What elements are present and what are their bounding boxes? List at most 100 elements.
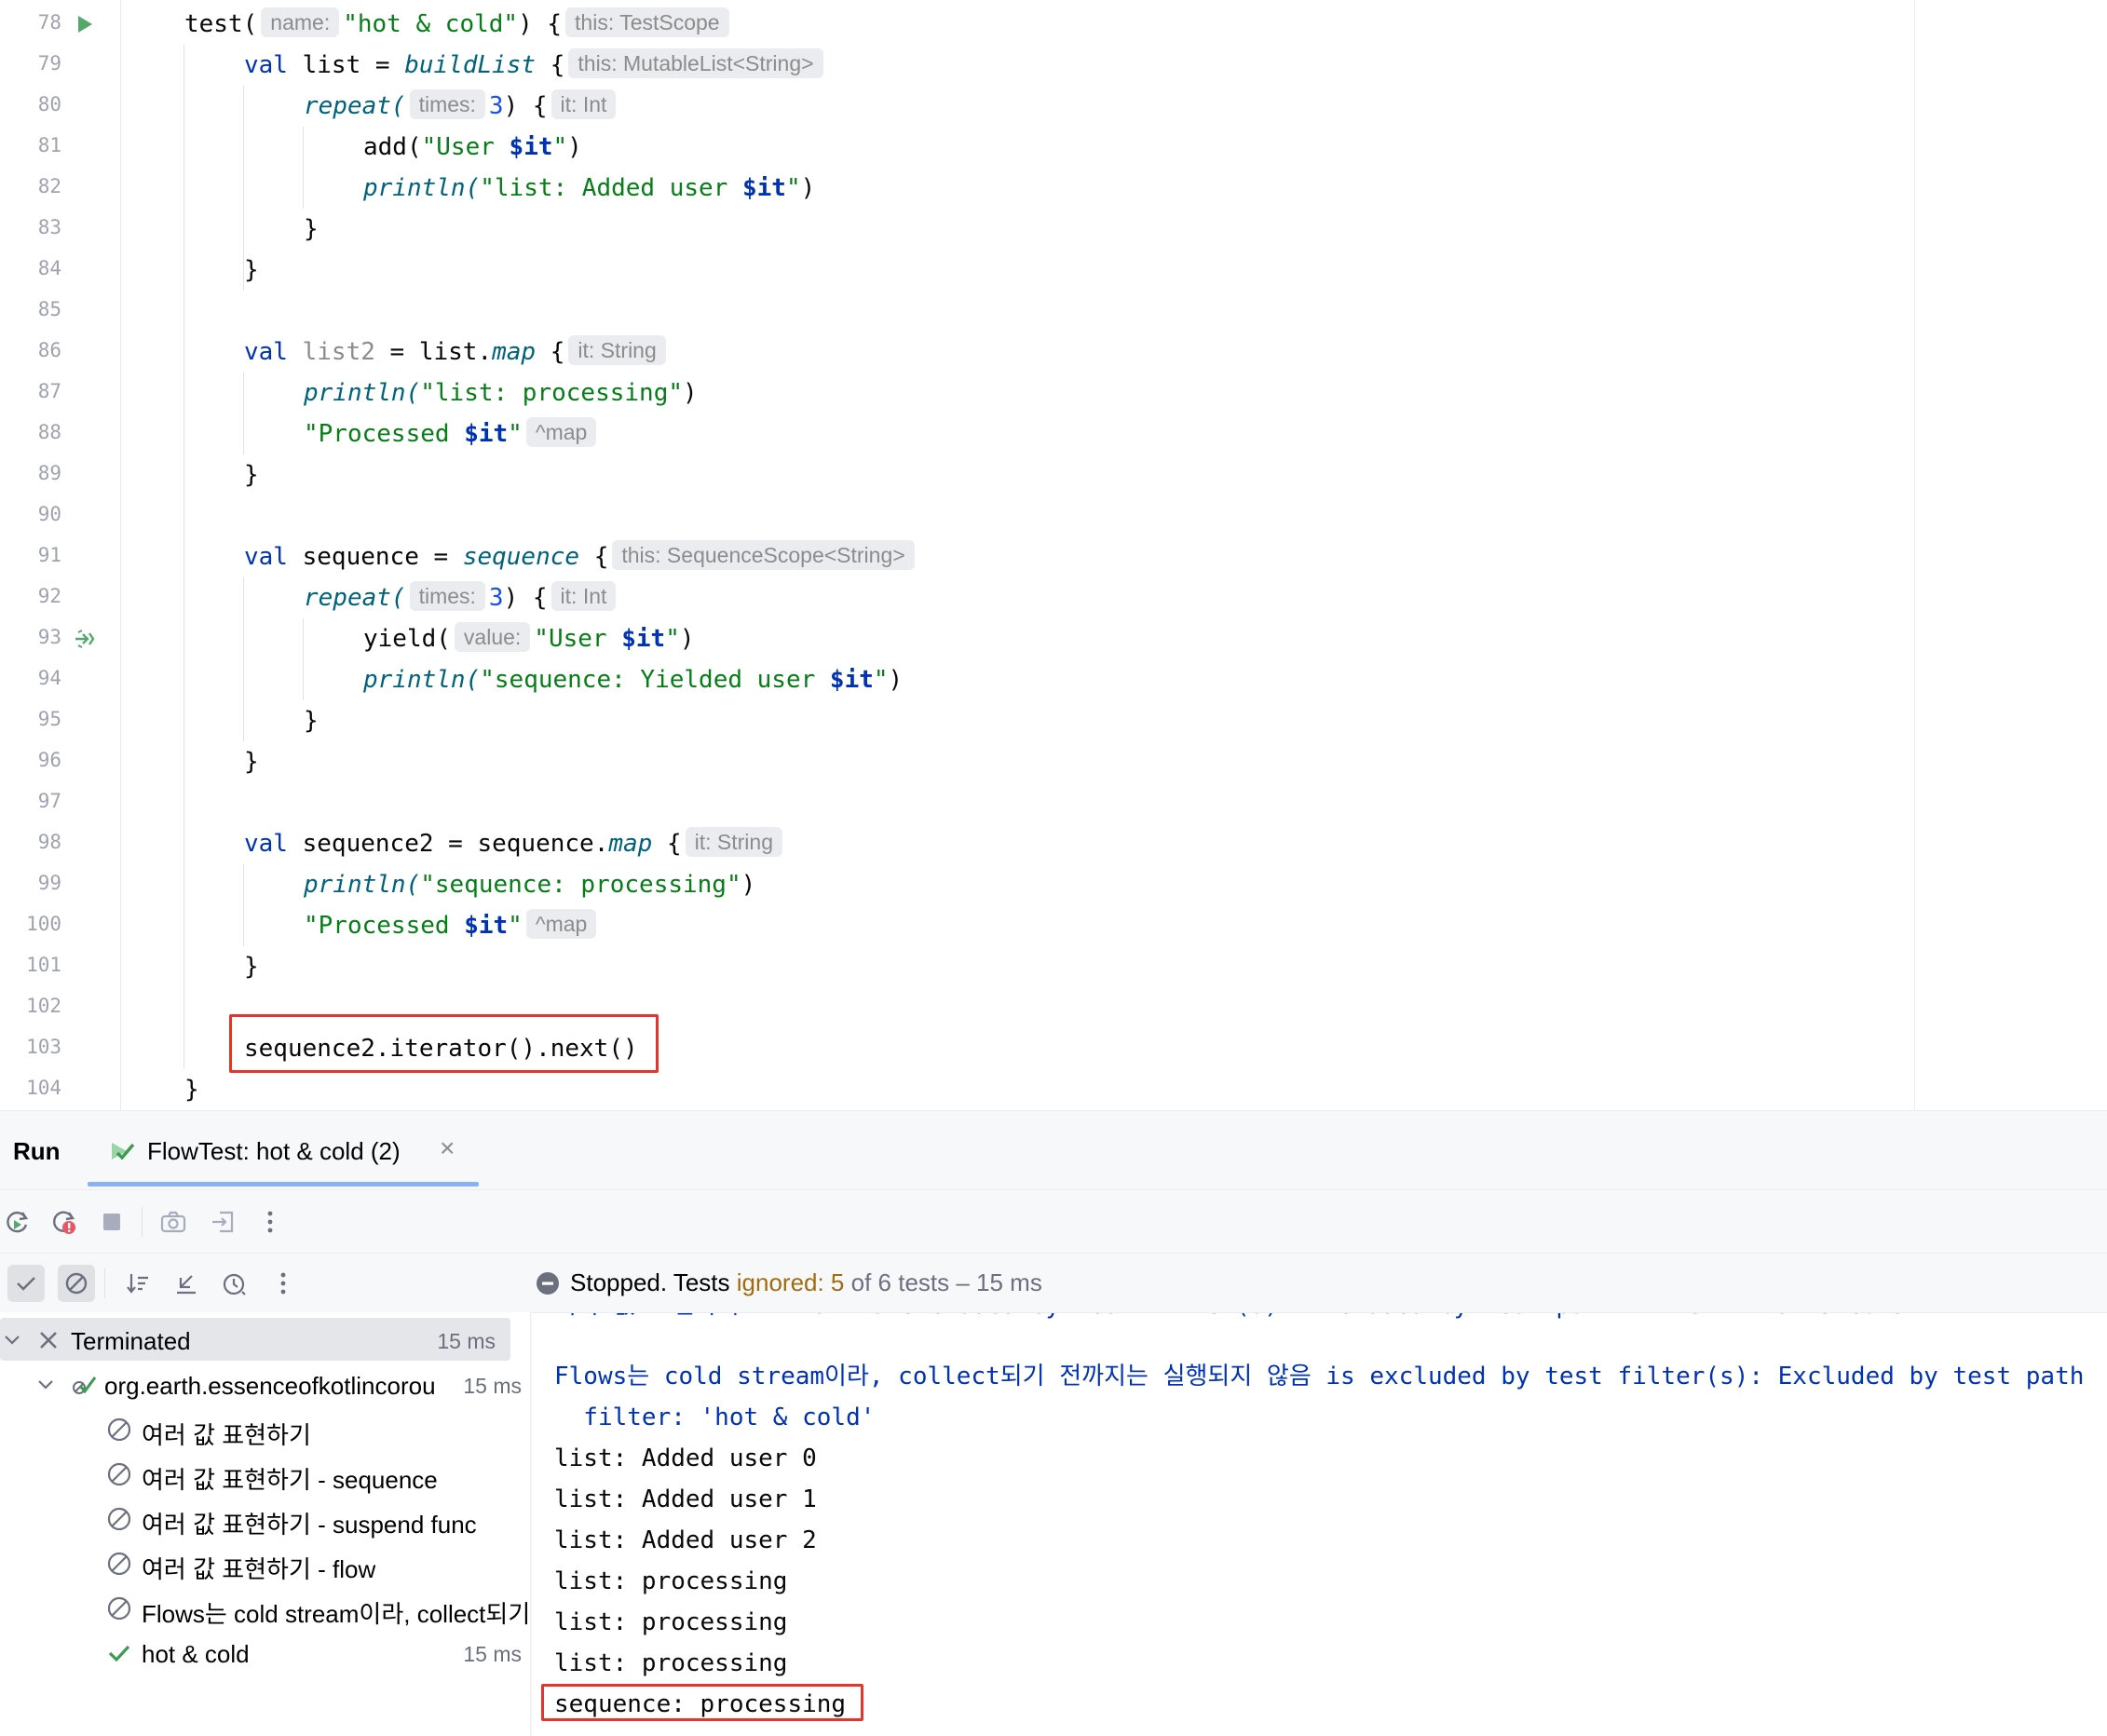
code-line-78[interactable]: test(name: "hot & cold") {this: TestScope [184, 4, 733, 45]
test-tree-toolbar [0, 1253, 531, 1312]
code-line-84[interactable]: } [244, 250, 259, 291]
tree-label: 여러 값 표현하기 - flow [142, 1555, 376, 1583]
tree-item-test-class[interactable]: org.earth.essenceofkotlincorou 15 ms [0, 1363, 530, 1405]
code-line-81[interactable]: add("User $it") [363, 127, 582, 168]
tree-item-test-passed[interactable]: hot & cold 15 ms [0, 1631, 530, 1674]
rerun-icon[interactable] [2, 1207, 32, 1237]
fn-repeat: repeat( [304, 584, 406, 612]
duration: 15 ms [463, 1642, 522, 1666]
code-punct: { [579, 543, 609, 571]
status-text: Stopped. Tests ignored: 5 of 6 tests – 1… [570, 1268, 1042, 1297]
rerun-failed-icon[interactable] [48, 1207, 78, 1237]
code-line-89[interactable]: } [244, 454, 259, 495]
line-number: 102 [26, 995, 61, 1017]
ignored-icon [106, 1417, 132, 1443]
code-line-88[interactable]: "Processed $it" ^map [304, 414, 600, 454]
code-editor[interactable]: 78 79 80 81 82 83 84 85 86 87 88 89 90 9… [0, 0, 2107, 1110]
check-icon [17, 1277, 35, 1291]
string-literal: "sequence: Yielded user [480, 666, 830, 694]
code-punct: ) [683, 379, 698, 407]
gutter-line: 87 [0, 373, 121, 414]
code-line-96[interactable]: } [244, 741, 259, 782]
console-line-system: Flows는 cold stream이라, collect되기 전까지는 실행되… [554, 1363, 2085, 1390]
suspend-call-icon[interactable] [73, 628, 95, 650]
ignored-icon [106, 1551, 132, 1577]
string-interpolation: $it [464, 420, 509, 448]
code-line-95[interactable]: } [304, 700, 319, 741]
clock-icon[interactable] [216, 1265, 253, 1302]
string-literal: " [508, 912, 523, 940]
tree-item-test[interactable]: Flows는 cold stream이라, collect되기 [0, 1586, 531, 1629]
code-line-101[interactable]: } [244, 946, 259, 987]
code-line-92[interactable]: repeat(times: 3) {it: Int [304, 577, 619, 618]
tree-item-test[interactable]: 여러 값 표현하기 [0, 1407, 530, 1450]
line-number: 91 [37, 544, 61, 566]
string-literal: " [785, 174, 801, 202]
code-line-98[interactable]: val sequence2 = sequence.map {it: String [244, 823, 786, 864]
code-punct: ) [741, 871, 756, 899]
code-punct: ) { [503, 92, 548, 120]
close-icon[interactable]: × [440, 1133, 455, 1163]
code-punct: { [652, 830, 682, 858]
exit-icon[interactable] [209, 1207, 238, 1237]
code-line-80[interactable]: repeat(times: 3) {it: Int [304, 86, 619, 127]
more-options-icon[interactable] [255, 1207, 285, 1237]
keyword: val [244, 338, 288, 366]
duration: 15 ms [457, 1374, 522, 1399]
run-toolbar [0, 1189, 2107, 1253]
show-passed-toggle[interactable] [7, 1265, 45, 1302]
code-line-93[interactable]: yield(value: "User $it") [363, 618, 695, 659]
right-margin-guide [1914, 0, 1915, 1110]
line-number: 97 [37, 790, 61, 812]
gutter-line: 95 [0, 700, 121, 741]
run-test-icon[interactable] [73, 13, 95, 35]
lambda-hint: it: String [685, 827, 782, 857]
gutter-line: 103 [0, 1028, 121, 1069]
code-line-87[interactable]: println("list: processing") [304, 373, 698, 414]
code-line-86[interactable]: val list2 = list.map {it: String [244, 332, 670, 373]
sort-icon[interactable] [119, 1265, 156, 1302]
status-prefix: Stopped. Tests [570, 1268, 737, 1296]
gutter-line: 99 [0, 864, 121, 905]
chevron-down-icon[interactable] [35, 1374, 56, 1394]
camera-icon[interactable] [158, 1207, 188, 1237]
fn-println: println( [304, 379, 421, 407]
code-line-100[interactable]: "Processed $it" ^map [304, 905, 600, 946]
code-line-104[interactable]: } [184, 1069, 199, 1110]
console-line: list: processing [554, 1567, 788, 1595]
string-literal: "Processed [304, 420, 465, 448]
console-output[interactable]: 여러 값 표현하기 - flow is excluded by test fil… [532, 1312, 2107, 1736]
gutter-line: 81 [0, 127, 121, 168]
stop-icon[interactable] [97, 1207, 127, 1237]
tree-item-terminated[interactable]: Terminated 15 ms [0, 1318, 510, 1361]
chevron-down-icon[interactable] [2, 1329, 22, 1349]
code-line-94[interactable]: println("sequence: Yielded user $it") [363, 659, 903, 700]
console-line: list: Added user 2 [554, 1526, 817, 1554]
tab-flowtest-hot-cold[interactable]: FlowTest: hot & cold (2) × [88, 1111, 479, 1189]
code-line-91[interactable]: val sequence = sequence {this: SequenceS… [244, 536, 918, 577]
check-icon [106, 1640, 132, 1666]
gutter-line: 92 [0, 577, 121, 618]
tree-item-test[interactable]: 여러 값 표현하기 - sequence [0, 1452, 530, 1495]
fn-map: map [608, 830, 653, 858]
tree-item-test[interactable]: 여러 값 표현하기 - suspend func [0, 1497, 530, 1539]
test-tree[interactable]: Terminated 15 ms org.earth.essenceofkotl… [0, 1312, 531, 1736]
code-punct: ) { [503, 584, 548, 612]
code-punct: { [536, 51, 565, 79]
console-line: list: processing [554, 1649, 788, 1677]
more-options-icon[interactable] [265, 1265, 302, 1302]
gutter-line: 97 [0, 782, 121, 823]
show-ignored-toggle[interactable] [58, 1265, 95, 1302]
gutter-line-78: 78 [0, 4, 121, 45]
code-line-82[interactable]: println("list: Added user $it") [363, 168, 815, 209]
line-number: 99 [37, 872, 61, 894]
code-line-83[interactable]: } [304, 209, 319, 250]
tree-item-test[interactable]: 여러 값 표현하기 - flow [0, 1541, 530, 1584]
fn-buildList: buildList [404, 51, 537, 79]
tree-label: Flows는 cold stream이라, collect되기 [142, 1600, 531, 1628]
code-line-99[interactable]: println("sequence: processing") [304, 864, 755, 905]
line-number: 87 [37, 380, 61, 402]
collapse-all-icon[interactable] [168, 1265, 205, 1302]
indent-guide [243, 577, 244, 741]
code-line-79[interactable]: val list = buildList {this: MutableList<… [244, 45, 827, 86]
